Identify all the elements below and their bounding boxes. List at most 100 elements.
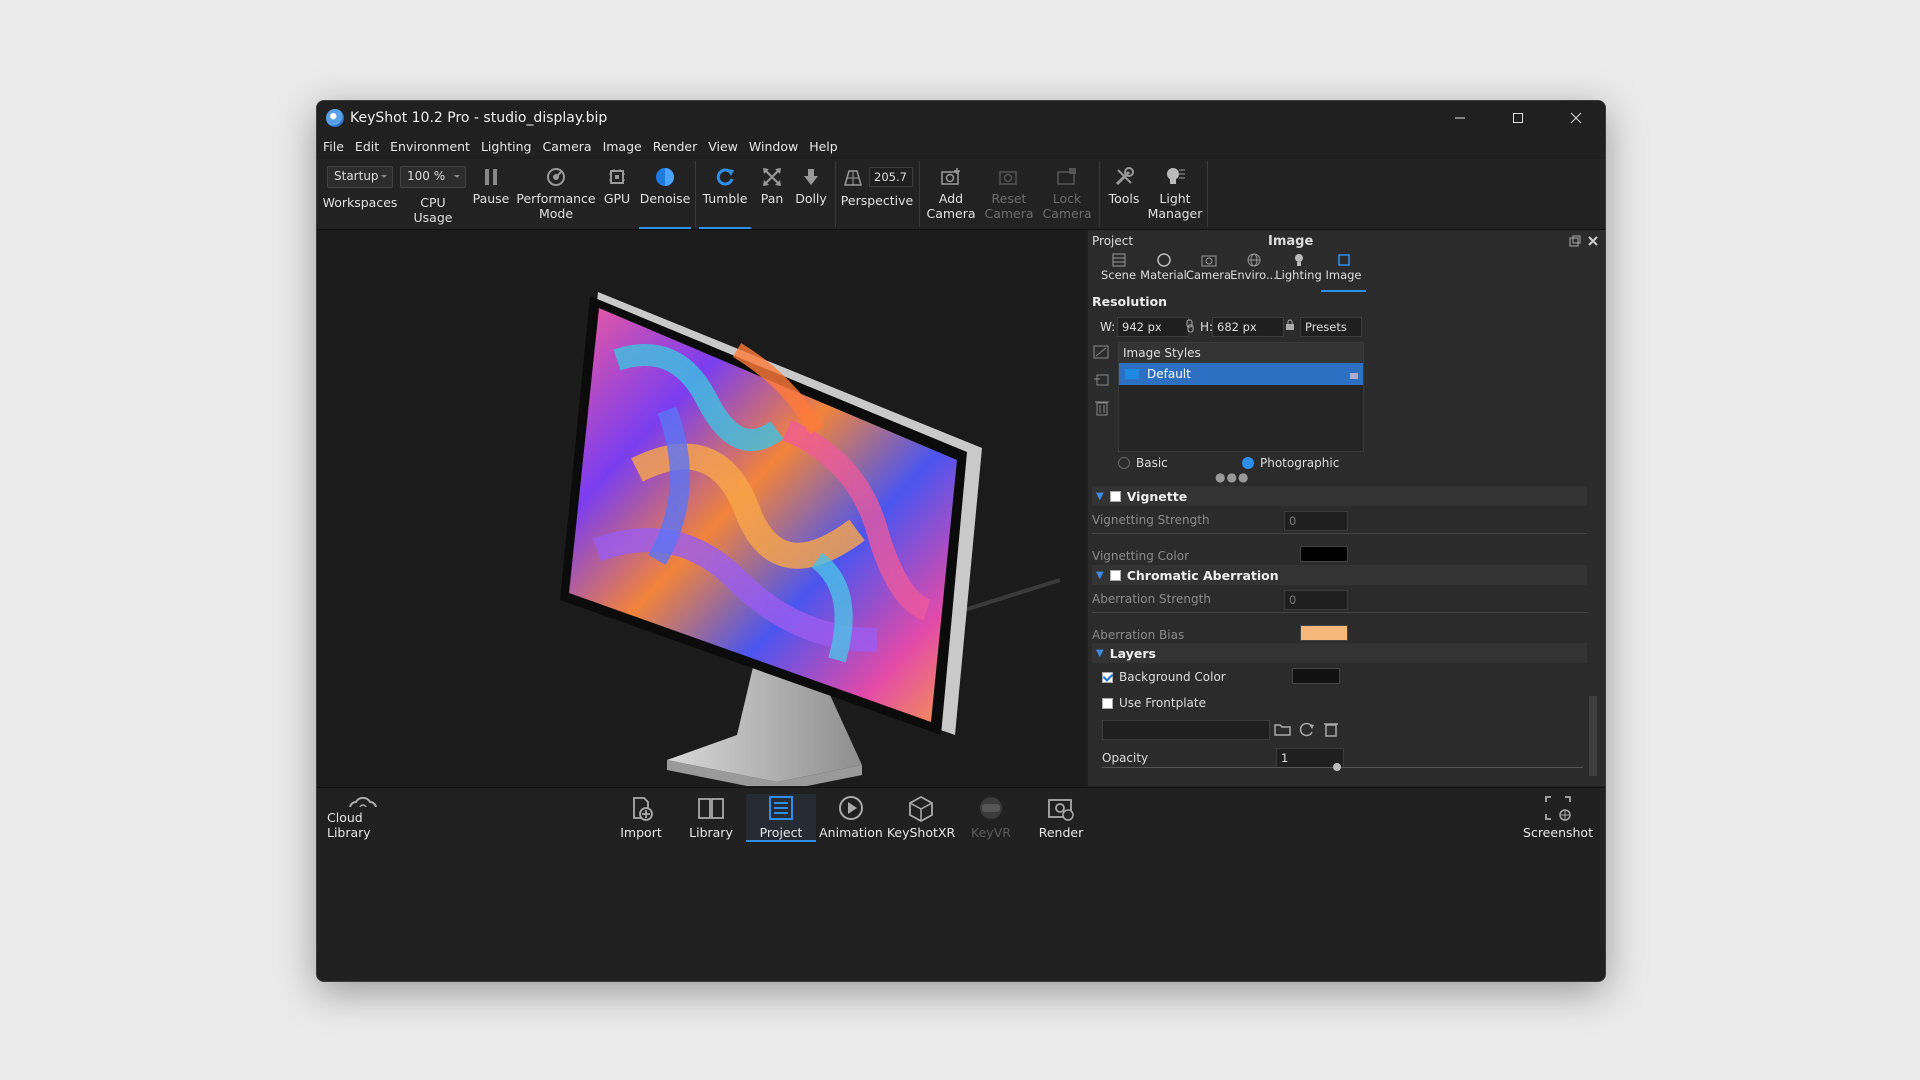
panel-scrollbar-thumb[interactable] <box>1589 696 1597 776</box>
use-frontplate-checkbox[interactable] <box>1102 697 1113 709</box>
close-button[interactable] <box>1547 101 1605 135</box>
screenshot-button[interactable]: Screenshot <box>1523 794 1593 840</box>
panel-scrollbar[interactable] <box>1589 486 1597 776</box>
menu-render[interactable]: Render <box>653 139 698 154</box>
width-input[interactable]: 942 px <box>1117 317 1189 337</box>
aberration-strength-label: Aberration Strength <box>1092 592 1211 606</box>
mode-photographic-radio[interactable]: Photographic <box>1242 456 1339 470</box>
cloud-library-button[interactable]: Cloud Library <box>327 794 399 840</box>
menu-lighting[interactable]: Lighting <box>481 139 532 154</box>
mode-photographic-label: Photographic <box>1260 456 1340 470</box>
background-color-row[interactable]: Background Color <box>1102 670 1226 684</box>
panel-header-project: Project <box>1092 234 1134 248</box>
denoise-icon <box>656 168 674 186</box>
splitter-dots-icon[interactable]: ●●● <box>1215 470 1249 484</box>
aberration-strength-slider[interactable] <box>1092 612 1587 613</box>
opacity-slider[interactable] <box>1102 767 1583 768</box>
mode-basic-radio[interactable]: Basic <box>1118 456 1168 470</box>
opacity-slider-handle[interactable] <box>1333 763 1341 771</box>
performance-mode-button[interactable]: Performance Mode <box>515 159 597 229</box>
chromatic-aberration-section[interactable]: ▼ Chromatic Aberration <box>1092 565 1587 585</box>
presets-dropdown[interactable]: Presets <box>1300 317 1362 337</box>
chromatic-aberration-checkbox[interactable] <box>1109 569 1121 581</box>
minimize-button[interactable] <box>1431 101 1489 135</box>
cpu-usage-control[interactable]: 100 % CPU Usage <box>400 159 466 229</box>
panel-close-icon[interactable] <box>1587 235 1599 247</box>
use-frontplate-row[interactable]: Use Frontplate <box>1102 696 1206 710</box>
menu-help[interactable]: Help <box>809 139 838 154</box>
gpu-button[interactable]: GPU <box>599 159 635 229</box>
tab-lighting-label: Lighting <box>1275 268 1322 282</box>
light-manager-button[interactable]: Light Manager <box>1147 159 1203 229</box>
tools-button[interactable]: Tools <box>1103 159 1145 229</box>
denoise-button[interactable]: Denoise <box>639 159 691 229</box>
add-image-style-icon[interactable] <box>1093 345 1111 361</box>
menu-environment[interactable]: Environment <box>390 139 470 154</box>
animation-button[interactable]: Animation <box>816 794 886 840</box>
menu-image[interactable]: Image <box>603 139 642 154</box>
background-color-swatch[interactable] <box>1292 668 1340 684</box>
add-camera-button[interactable]: Add Camera <box>923 159 979 229</box>
keyvr-button[interactable]: KeyVR <box>956 794 1026 840</box>
height-input[interactable]: 682 px <box>1212 317 1284 337</box>
dolly-button[interactable]: Dolly <box>791 159 831 229</box>
reset-camera-icon <box>999 171 1017 185</box>
trash-icon[interactable] <box>1322 721 1340 737</box>
tumble-button[interactable]: Tumble <box>699 159 751 229</box>
refresh-icon[interactable] <box>1298 721 1316 737</box>
render-button[interactable]: Render <box>1026 794 1096 840</box>
lock-camera-label-2: Camera <box>1042 206 1092 221</box>
cpu-usage-select[interactable]: 100 % <box>400 166 466 188</box>
studio-display-render <box>560 292 1061 786</box>
import-button[interactable]: Import <box>606 794 676 840</box>
vignette-title: Vignette <box>1126 488 1188 504</box>
reset-camera-button[interactable]: Reset Camera <box>981 159 1037 229</box>
keyshotxr-button[interactable]: KeyShotXR <box>886 794 956 840</box>
lock-camera-button[interactable]: Lock Camera <box>1039 159 1095 229</box>
tab-material[interactable]: Material <box>1140 252 1187 292</box>
tab-image[interactable]: Image <box>1321 252 1366 292</box>
folder-open-icon[interactable] <box>1274 721 1292 737</box>
tab-camera[interactable]: Camera <box>1186 252 1231 292</box>
link-chain-icon[interactable] <box>1184 319 1196 333</box>
background-color-checkbox[interactable] <box>1102 671 1113 683</box>
render-viewport[interactable] <box>317 230 1085 786</box>
delete-image-style-icon[interactable] <box>1093 398 1111 416</box>
menu-file[interactable]: File <box>323 139 344 154</box>
perspective-control[interactable]: 205.7 Perspective <box>839 159 915 229</box>
pan-button[interactable]: Pan <box>755 159 789 229</box>
material-sphere-icon <box>1156 253 1171 267</box>
tumble-label: Tumble <box>702 191 748 206</box>
aberration-strength-input[interactable]: 0 <box>1284 590 1348 610</box>
lock-aspect-icon[interactable] <box>1284 319 1296 331</box>
project-button[interactable]: Project <box>746 794 816 842</box>
library-button[interactable]: Library <box>676 794 746 840</box>
vignetting-strength-slider[interactable] <box>1092 533 1587 534</box>
tab-environment[interactable]: Enviro... <box>1230 252 1277 292</box>
performance-mode-label-1: Performance <box>516 191 596 206</box>
menu-view[interactable]: View <box>708 139 738 154</box>
aberration-bias-swatch[interactable] <box>1300 625 1348 641</box>
image-style-default-row[interactable]: Default <box>1119 363 1363 385</box>
vignette-section[interactable]: ▼ Vignette <box>1092 486 1587 506</box>
menu-edit[interactable]: Edit <box>355 139 379 154</box>
ribbon-toolbar: Startup Workspaces 100 % CPU Usage Pause… <box>317 159 1605 230</box>
pause-button[interactable]: Pause <box>469 159 513 229</box>
menu-camera[interactable]: Camera <box>543 139 592 154</box>
layers-section[interactable]: ▼ Layers <box>1092 643 1587 663</box>
vignetting-strength-input[interactable]: 0 <box>1284 511 1348 531</box>
vignetting-color-swatch[interactable] <box>1300 546 1348 562</box>
perspective-value-field[interactable]: 205.7 <box>869 167 913 187</box>
tab-lighting[interactable]: Lighting <box>1275 252 1322 292</box>
maximize-button[interactable] <box>1489 101 1547 135</box>
undock-icon[interactable] <box>1569 235 1581 247</box>
duplicate-image-style-icon[interactable] <box>1093 371 1111 387</box>
library-label: Library <box>689 825 733 840</box>
performance-mode-label-2: Mode <box>538 206 574 221</box>
menu-window[interactable]: Window <box>749 139 798 154</box>
tab-scene[interactable]: Scene <box>1096 252 1141 292</box>
workspaces-control[interactable]: Startup Workspaces <box>323 159 397 229</box>
workspace-select[interactable]: Startup <box>327 166 393 188</box>
vignette-checkbox[interactable] <box>1109 490 1121 502</box>
frontplate-path-input[interactable] <box>1102 720 1270 740</box>
